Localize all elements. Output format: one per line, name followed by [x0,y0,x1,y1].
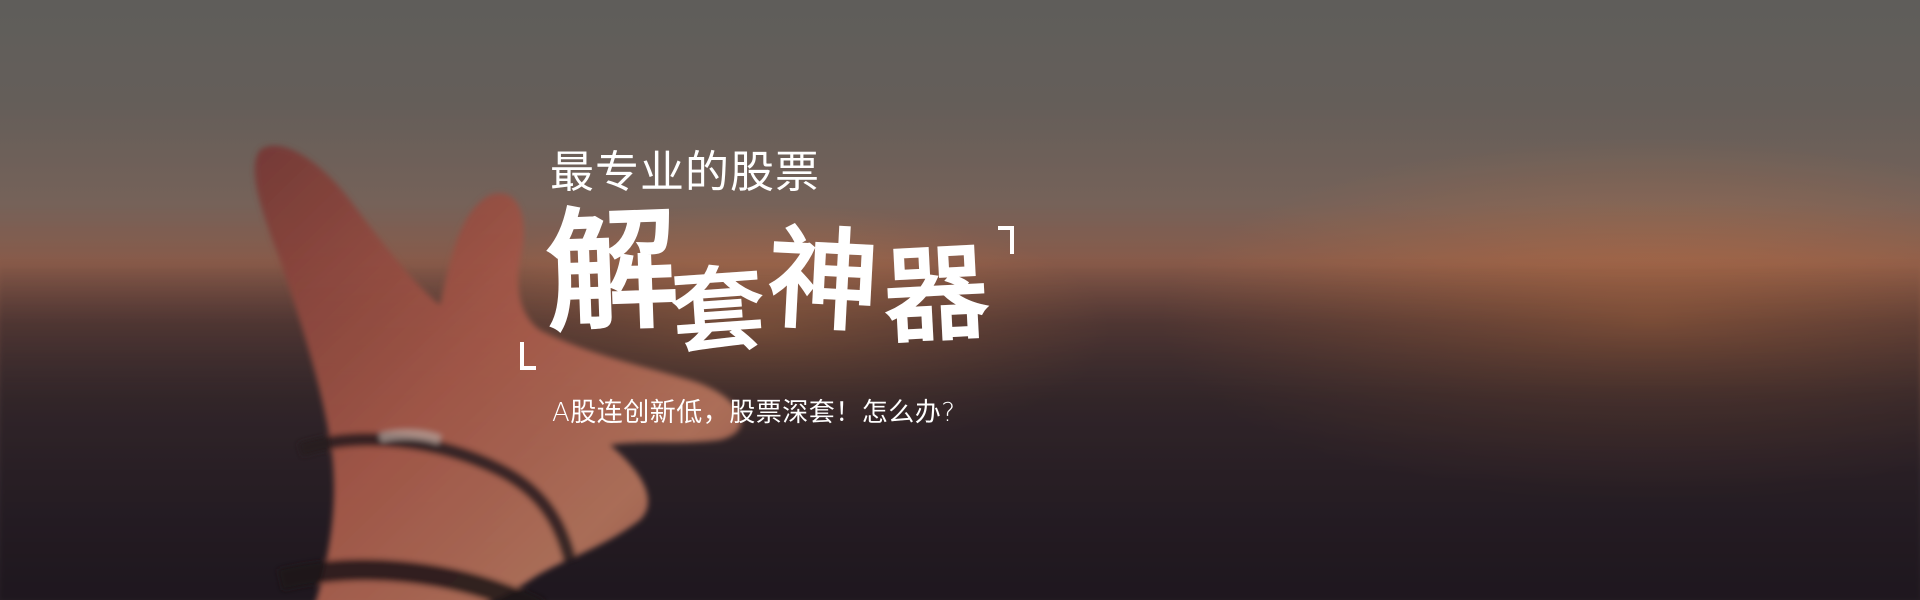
banner-content: 最专业的股票 解套神器 A股连创新低，股票深套！怎么办? [520,130,1040,450]
corner-bracket-top-right-icon [998,226,1014,254]
banner-headline: 解套神器 [543,192,991,368]
headline-char-3: 神 [764,213,882,348]
headline-char-2: 套 [668,253,768,369]
banner-tagline: A股连创新低，股票深套！怎么办? [552,398,956,428]
corner-bracket-bottom-left-icon [520,342,536,370]
headline-char-4: 器 [880,230,992,359]
hero-banner: 最专业的股票 解套神器 A股连创新低，股票深套！怎么办? [0,0,1920,600]
headline-char-1: 解 [543,191,681,352]
banner-subtitle: 最专业的股票 [550,147,820,198]
